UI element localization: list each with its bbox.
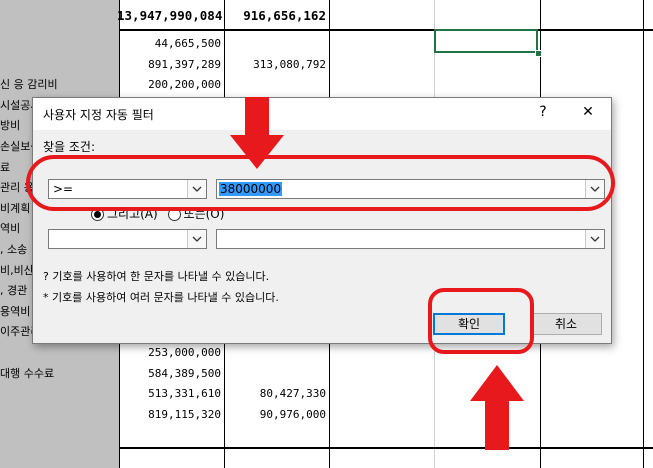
highlight-oval-condition — [26, 155, 615, 211]
cell-col1[interactable]: 200,200,000 — [117, 78, 221, 92]
operator-select-2[interactable] — [48, 229, 207, 249]
grid-line — [119, 29, 653, 31]
total-col1[interactable]: 13,947,990,084 — [117, 9, 222, 23]
arrow-up-icon — [470, 365, 524, 450]
grid-line — [119, 447, 653, 449]
dialog-titlebar[interactable]: 사용자 지정 자동 필터 ? ✕ — [33, 98, 611, 130]
row-label[interactable]: 대행 수수료 — [0, 367, 119, 381]
fill-handle[interactable] — [535, 50, 542, 57]
cell-col2[interactable]: 90,976,000 — [222, 408, 326, 422]
cell-col1[interactable]: 44,665,500 — [117, 37, 221, 51]
hint-asterisk: * 기호를 사용하여 여러 문자를 나타낼 수 있습니다. — [43, 291, 279, 304]
selected-cell[interactable] — [434, 29, 538, 53]
cell-col2[interactable]: 80,427,330 — [222, 387, 326, 401]
row-label[interactable]: 신 응 감리비 — [0, 78, 119, 92]
close-button[interactable]: ✕ — [578, 104, 598, 120]
chevron-down-icon[interactable] — [187, 230, 206, 248]
hint-question-mark: ? 기호를 사용하여 한 문자를 나타낼 수 있습니다. — [43, 270, 270, 283]
condition-label: 찾을 조건: — [43, 140, 96, 154]
cell-col2[interactable]: 313,080,792 — [222, 58, 326, 72]
help-button[interactable]: ? — [533, 104, 553, 120]
arrow-down-icon — [230, 97, 284, 169]
cancel-button[interactable]: 취소 — [530, 313, 602, 335]
highlight-oval-ok — [428, 288, 534, 354]
dialog-title: 사용자 지정 자동 필터 — [43, 108, 154, 122]
value-input-2[interactable] — [216, 229, 605, 249]
grid-line — [643, 0, 644, 468]
cell-col1[interactable]: 584,389,500 — [117, 367, 221, 381]
cell-col1[interactable]: 513,331,610 — [117, 387, 221, 401]
chevron-down-icon[interactable] — [585, 230, 604, 248]
cell-col1[interactable]: 891,397,289 — [117, 58, 221, 72]
cell-col1[interactable]: 253,000,000 — [117, 346, 221, 360]
cell-col1[interactable]: 819,115,320 — [117, 408, 221, 422]
total-col2[interactable]: 916,656,162 — [222, 9, 326, 23]
